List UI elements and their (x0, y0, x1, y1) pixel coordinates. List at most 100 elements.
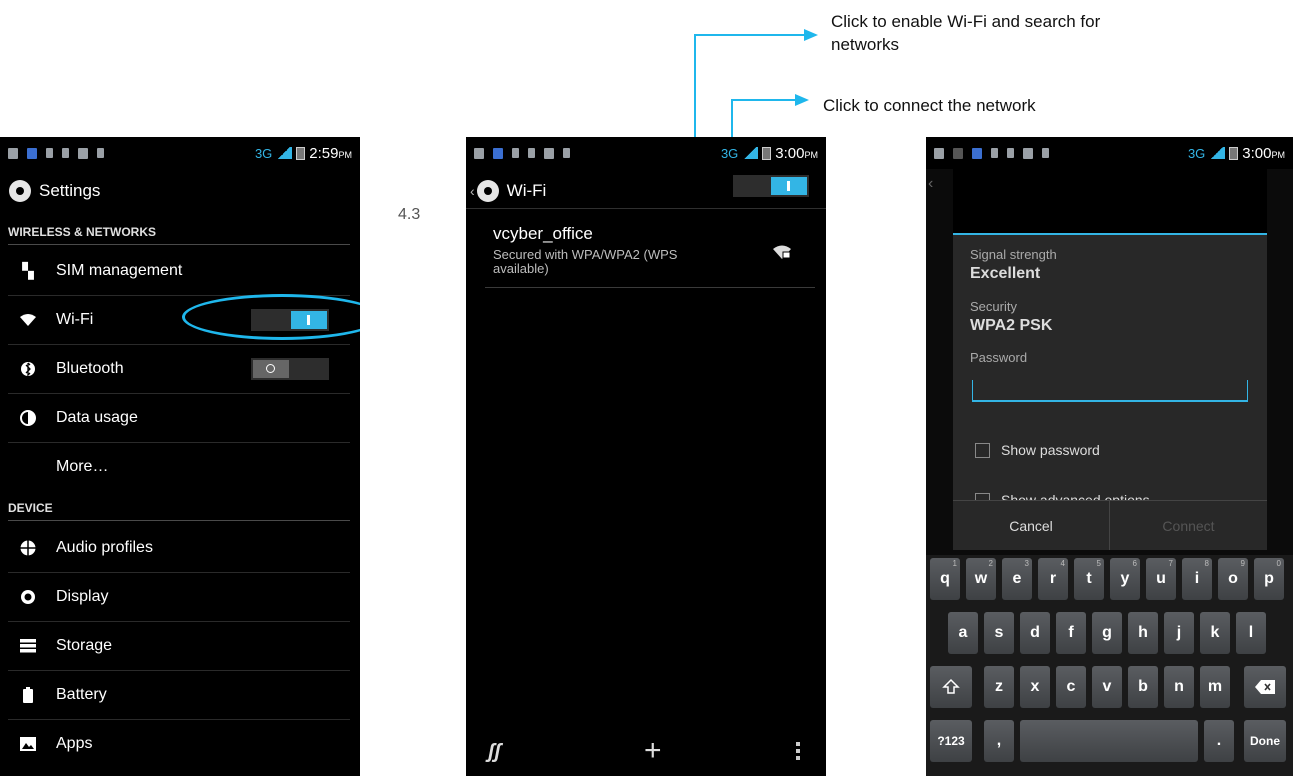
settings-item-more[interactable]: More… (0, 443, 350, 491)
wifi-connect-screen: 3G 3:00PM ‹ Signal strength Excellent Se… (926, 137, 1293, 776)
settings-item-label: More… (56, 458, 109, 475)
key-i[interactable]: 8i (1182, 558, 1212, 600)
status-bar: 3G 2:59PM (0, 137, 360, 169)
action-bar: Settings (0, 169, 360, 213)
key-n[interactable]: n (1164, 666, 1194, 708)
annotation-arrow-enable-wifi-horizontal (694, 34, 806, 36)
network-type: 3G (1187, 145, 1206, 161)
password-field[interactable] (972, 380, 1248, 402)
network-divider (485, 287, 815, 288)
connect-dialog: Signal strength Excellent Security WPA2 … (953, 166, 1267, 550)
key-d[interactable]: d (1020, 612, 1050, 654)
annotation-arrowhead-enable-wifi (804, 29, 818, 41)
period-key[interactable]: . (1204, 720, 1234, 762)
key-y[interactable]: 6y (1110, 558, 1140, 600)
key-l[interactable]: l (1236, 612, 1266, 654)
key-s[interactable]: s (984, 612, 1014, 654)
settings-screen: 3G 2:59PM Settings WIRELESS & NETWORKS ▚… (0, 137, 360, 776)
show-advanced-label[interactable]: Show advanced options (1001, 492, 1150, 500)
settings-item-label: Audio profiles (56, 539, 153, 556)
key-a[interactable]: a (948, 612, 978, 654)
settings-item-label: Battery (56, 686, 107, 703)
space-key[interactable] (1020, 720, 1198, 762)
battery-status-icon (762, 146, 772, 160)
overflow-menu-icon[interactable] (796, 742, 800, 760)
display-icon (20, 589, 36, 605)
notification-icon (62, 148, 69, 158)
usb-icon (46, 148, 53, 158)
key-b[interactable]: b (1128, 666, 1158, 708)
notification-icon (1023, 147, 1033, 159)
settings-gear-icon (476, 180, 499, 202)
notification-icon (528, 148, 535, 158)
key-m[interactable]: m (1200, 666, 1230, 708)
key-u[interactable]: 7u (1146, 558, 1176, 600)
done-key[interactable]: Done (1244, 720, 1286, 762)
shift-key[interactable] (930, 666, 972, 708)
settings-item-sim-management[interactable]: ▚ SIM management (0, 247, 350, 295)
wifi-master-toggle[interactable] (733, 175, 809, 197)
key-q[interactable]: 1q (930, 558, 960, 600)
settings-item-audio-profiles[interactable]: Audio profiles (0, 524, 350, 572)
settings-item-label: Bluetooth (56, 360, 124, 377)
comma-key[interactable]: , (984, 720, 1014, 762)
usb-icon (512, 148, 519, 158)
show-advanced-checkbox[interactable] (975, 493, 990, 500)
audio-profiles-icon (20, 540, 36, 556)
back-chevron-icon: ‹ (928, 175, 934, 192)
key-e[interactable]: 3e (1002, 558, 1032, 600)
wifi-network-item[interactable]: vcyber_office Secured with WPA/WPA2 (WPS… (466, 209, 826, 287)
network-type: 3G (254, 145, 273, 161)
key-g[interactable]: g (1092, 612, 1122, 654)
show-password-label[interactable]: Show password (1001, 442, 1100, 458)
data-usage-icon (20, 410, 36, 426)
notification-icon (1042, 148, 1049, 158)
key-z[interactable]: z (984, 666, 1014, 708)
key-v[interactable]: v (1092, 666, 1122, 708)
usb-icon (991, 148, 998, 158)
key-t[interactable]: 5t (1074, 558, 1104, 600)
section-divider (8, 520, 350, 521)
storage-icon (20, 638, 36, 654)
settings-item-apps[interactable]: Apps (0, 720, 350, 768)
bottom-bar: ʃʃ + (466, 728, 826, 776)
section-header-device: DEVICE (8, 501, 53, 515)
notification-icon (27, 147, 37, 159)
bluetooth-toggle[interactable] (251, 358, 329, 380)
key-x[interactable]: x (1020, 666, 1050, 708)
symbols-key[interactable]: ?123 (930, 720, 972, 762)
settings-item-label: Apps (56, 735, 93, 752)
page-title: Wi-Fi (506, 181, 547, 200)
notification-icon (474, 147, 484, 159)
wps-icon[interactable]: ʃʃ (488, 741, 501, 764)
settings-item-storage[interactable]: Storage (0, 622, 350, 670)
key-c[interactable]: c (1056, 666, 1086, 708)
connect-button[interactable]: Connect (1110, 501, 1267, 550)
shift-icon (942, 678, 960, 694)
clock: 3:00PM (775, 144, 818, 162)
key-r[interactable]: 4r (1038, 558, 1068, 600)
key-h[interactable]: h (1128, 612, 1158, 654)
annotation-enable-wifi: Click to enable Wi-Fi and search for net… (831, 12, 1101, 54)
settings-item-display[interactable]: Display (0, 573, 350, 621)
backspace-key[interactable] (1244, 666, 1286, 708)
notification-icon (972, 147, 982, 159)
section-divider (8, 244, 350, 245)
key-k[interactable]: k (1200, 612, 1230, 654)
show-password-checkbox[interactable] (975, 443, 990, 458)
clock: 3:00PM (1242, 144, 1285, 162)
signal-icon (742, 147, 759, 159)
settings-item-battery[interactable]: Battery (0, 671, 350, 719)
notification-icon (8, 147, 18, 159)
key-p[interactable]: 0p (1254, 558, 1284, 600)
key-o[interactable]: 9o (1218, 558, 1248, 600)
key-f[interactable]: f (1056, 612, 1086, 654)
key-w[interactable]: 2w (966, 558, 996, 600)
add-network-icon[interactable]: + (644, 734, 662, 768)
security-label: Security (970, 299, 1017, 314)
back-chevron-icon[interactable]: ‹ (470, 183, 475, 199)
key-j[interactable]: j (1164, 612, 1194, 654)
dialog-title-area (953, 166, 1267, 233)
cancel-button[interactable]: Cancel (953, 501, 1110, 550)
settings-item-data-usage[interactable]: Data usage (0, 394, 350, 442)
